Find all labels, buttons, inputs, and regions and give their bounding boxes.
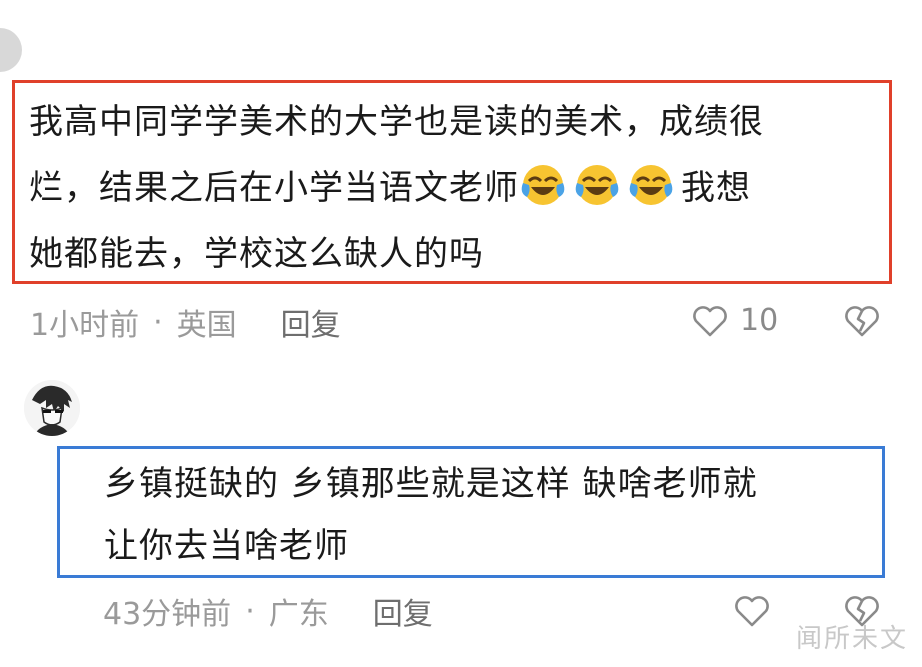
reply-button[interactable]: 回复 xyxy=(373,589,433,633)
avatar-illustration xyxy=(24,380,80,436)
avatar[interactable] xyxy=(24,380,80,436)
comment-line: 让你去当啥老师 xyxy=(104,526,349,566)
comment-line: 她都能去，学校这么缺人的吗 xyxy=(29,234,484,274)
rofl-emoji-icon xyxy=(521,165,565,205)
comment-text-segment: 我想 xyxy=(681,168,751,208)
avatar[interactable] xyxy=(0,28,22,72)
comment-highlight-box: 乡镇挺缺的 乡镇那些就是这样 缺啥老师就 让你去当啥老师 xyxy=(57,446,885,578)
like-button[interactable]: 10 xyxy=(690,300,778,340)
broken-heart-icon[interactable] xyxy=(842,300,882,340)
like-count: 10 xyxy=(740,302,779,338)
comment-location: 广东 xyxy=(268,597,329,632)
comment-highlight-box: 我高中同学学美术的大学也是读的美术，成绩很 烂，结果之后在小学当语文老师 我想 她… xyxy=(12,80,892,284)
comment-time: 43分钟前 xyxy=(103,597,232,632)
comment-text-segment: 烂，结果之后在小学当语文老师 xyxy=(29,168,519,208)
watermark: 闻所未文 xyxy=(795,624,908,654)
comment-body: 我高中同学学美术的大学也是读的美术，成绩很 烂，结果之后在小学当语文老师 我想 她… xyxy=(29,89,875,287)
comment-meta: 43分钟前 · 广东 回复 xyxy=(103,586,433,636)
heart-icon xyxy=(693,306,727,337)
comment-location: 英国 xyxy=(176,308,237,343)
separator-dot: · xyxy=(153,304,163,340)
comment-time: 1小时前 xyxy=(30,308,140,343)
rofl-emoji-icon xyxy=(575,165,619,205)
separator-dot: · xyxy=(245,593,255,629)
like-button[interactable] xyxy=(732,590,772,630)
reply-button[interactable]: 回复 xyxy=(281,300,341,344)
comment-body: 乡镇挺缺的 乡镇那些就是这样 缺啥老师就 让你去当啥老师 xyxy=(104,453,838,577)
comment-line: 我高中同学学美术的大学也是读的美术，成绩很 xyxy=(29,102,764,142)
comment-line: 烂，结果之后在小学当语文老师 我想 xyxy=(29,155,875,221)
rofl-emoji-icon xyxy=(629,165,673,205)
heart-icon xyxy=(735,596,769,627)
comment-meta: 1小时前 · 英国 回复 xyxy=(30,297,341,347)
comment-line: 乡镇挺缺的 乡镇那些就是这样 缺啥老师就 xyxy=(104,464,758,504)
